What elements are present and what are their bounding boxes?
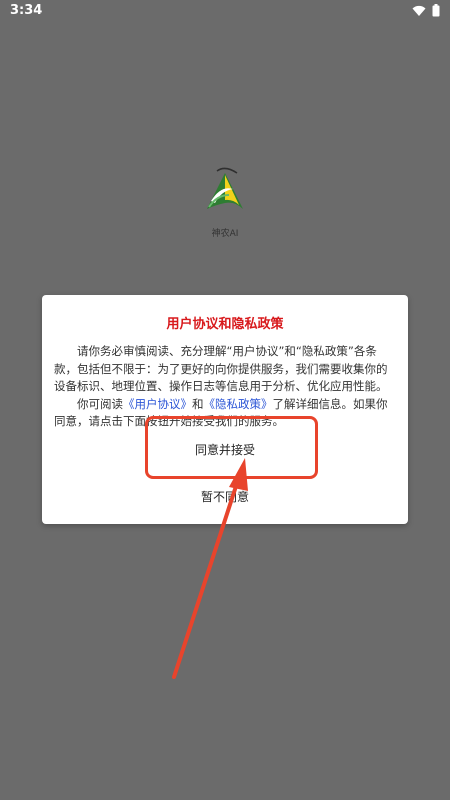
dialog-paragraph-1: 请你务必审慎阅读、充分理解“用户协议”和“隐私政策”各条款，包括但不限于：为了更… <box>54 344 388 393</box>
dialog-title: 用户协议和隐私政策 <box>166 317 284 332</box>
app-logo <box>203 165 247 213</box>
user-agreement-link[interactable]: 《用户协议》 <box>123 397 192 411</box>
battery-icon <box>432 4 440 17</box>
status-time: 3:34 <box>10 3 43 18</box>
annotation-highlight-box <box>145 416 318 479</box>
app-name: 神农AI <box>211 229 239 239</box>
paragraph-2-and: 和 <box>192 396 204 411</box>
wifi-icon <box>412 5 426 17</box>
status-bar: 3:34 <box>0 0 450 22</box>
decline-button[interactable]: 暂不同意 <box>0 488 450 505</box>
status-icons <box>412 4 440 17</box>
privacy-policy-link[interactable]: 《隐私政策》 <box>204 397 273 411</box>
paragraph-2-prefix: 你可阅读 <box>77 396 123 411</box>
